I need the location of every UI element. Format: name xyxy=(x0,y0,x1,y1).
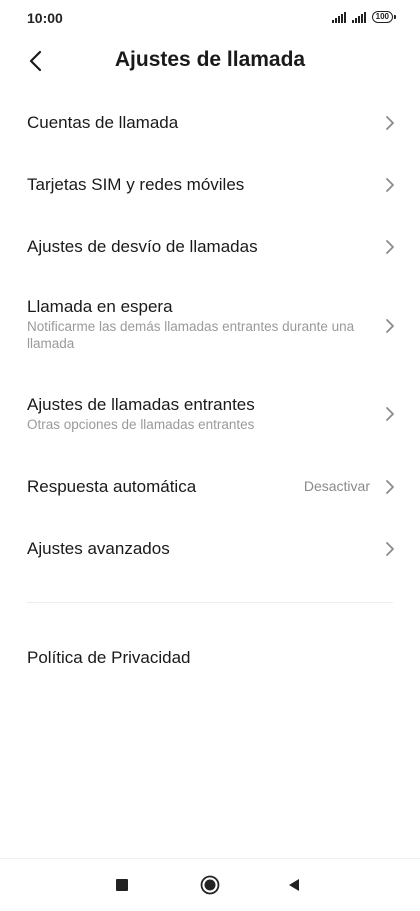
header: Ajustes de llamada xyxy=(0,40,420,82)
navigation-bar xyxy=(0,858,420,911)
list-item-call-forwarding[interactable]: Ajustes de desvío de llamadas xyxy=(0,224,420,270)
page-title: Ajustes de llamada xyxy=(114,48,306,71)
recents-button[interactable] xyxy=(112,875,132,895)
list-item-title: Cuentas de llamada xyxy=(27,113,179,132)
battery-icon: 100 xyxy=(371,11,396,23)
home-circle-icon xyxy=(200,875,220,895)
list-item-value: Desactivar xyxy=(303,478,370,494)
list-item-subtitle: Otras opciones de llamadas entrantes xyxy=(27,417,255,432)
status-bar: 10:00 100 xyxy=(0,0,420,36)
recents-square-icon xyxy=(116,879,128,891)
list-item-call-waiting[interactable]: Llamada en espera Notificarme las demás … xyxy=(0,290,420,362)
chevron-right-icon xyxy=(386,178,394,192)
list-item-incoming-calls[interactable]: Ajustes de llamadas entrantes Otras opci… xyxy=(0,388,420,440)
chevron-right-icon xyxy=(386,240,394,254)
chevron-right-icon xyxy=(386,542,394,556)
chevron-right-icon xyxy=(386,116,394,130)
back-nav-button[interactable] xyxy=(284,875,304,895)
list-item-title: Tarjetas SIM y redes móviles xyxy=(27,175,245,194)
list-item-title: Llamada en espera xyxy=(27,297,173,316)
battery-level: 100 xyxy=(371,11,393,23)
list-item-auto-answer[interactable]: Respuesta automática Desactivar xyxy=(0,464,420,510)
list-item-advanced[interactable]: Ajustes avanzados xyxy=(0,526,420,572)
divider xyxy=(27,602,393,603)
list-item-subtitle: Notificarme las demás llamadas entrantes… xyxy=(27,319,355,351)
home-button[interactable] xyxy=(200,875,220,895)
back-triangle-icon xyxy=(289,879,299,891)
list-item-title: Ajustes de llamadas entrantes xyxy=(27,395,255,414)
list-item-sim-cards[interactable]: Tarjetas SIM y redes móviles xyxy=(0,162,420,208)
list-item-title: Ajustes de desvío de llamadas xyxy=(27,237,258,256)
signal-icon xyxy=(351,12,366,23)
list-item-title: Ajustes avanzados xyxy=(27,539,170,558)
chevron-right-icon xyxy=(386,319,394,333)
status-time: 10:00 xyxy=(27,10,63,26)
signal-icon xyxy=(331,12,346,23)
list-item-title: Política de Privacidad xyxy=(27,648,191,667)
list-item-privacy-policy[interactable]: Política de Privacidad xyxy=(0,636,420,682)
list-item-call-accounts[interactable]: Cuentas de llamada xyxy=(0,100,420,146)
chevron-right-icon xyxy=(386,407,394,421)
status-icons: 100 xyxy=(331,11,396,23)
chevron-right-icon xyxy=(386,480,394,494)
